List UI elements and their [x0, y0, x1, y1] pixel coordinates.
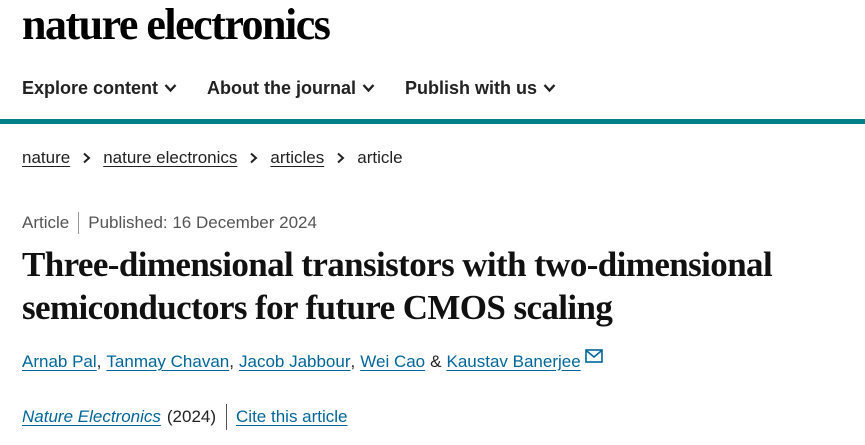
article-type: Article — [22, 213, 70, 232]
title-line-2: semiconductors for future CMOS scaling — [22, 288, 613, 327]
envelope-icon[interactable] — [584, 349, 603, 363]
breadcrumb: nature nature electronics articles artic… — [22, 146, 403, 170]
chevron-right-icon — [337, 152, 345, 164]
breadcrumb-current: article — [357, 148, 403, 167]
published-date: Published: 16 December 2024 — [88, 213, 317, 232]
chevron-right-icon — [83, 152, 91, 164]
chevron-down-icon — [164, 84, 177, 93]
article-meta: Article Published: 16 December 2024 — [22, 211, 317, 235]
author-separator: , — [96, 352, 102, 371]
breadcrumb-nature[interactable]: nature — [22, 146, 70, 170]
chevron-down-icon — [362, 84, 375, 93]
publication-year: (2024) — [166, 407, 217, 426]
article-title: Three-dimensional transistors with two-d… — [22, 243, 865, 329]
author-separator: , — [229, 352, 234, 371]
nav-about-journal[interactable]: About the journal — [207, 76, 375, 100]
author-link[interactable]: Jacob Jabbour — [239, 350, 351, 374]
citation-divider — [226, 404, 228, 430]
title-line-1: Three-dimensional transistors with two-d… — [22, 245, 773, 284]
journal-link[interactable]: Nature Electronics — [22, 405, 161, 429]
author-link[interactable]: Kaustav Banerjee — [446, 350, 580, 374]
breadcrumb-nature-electronics[interactable]: nature electronics — [103, 146, 237, 170]
nav-explore-content[interactable]: Explore content — [22, 76, 177, 100]
nav-item-label: Explore content — [22, 78, 159, 98]
nav-publish-with-us[interactable]: Publish with us — [405, 76, 556, 100]
cite-this-article-link[interactable]: Cite this article — [236, 405, 347, 429]
chevron-right-icon — [250, 152, 258, 164]
chevron-down-icon — [543, 84, 556, 93]
nav-item-label: Publish with us — [405, 78, 538, 98]
main-nav: Explore content About the journal Publis… — [22, 76, 556, 100]
author-list: Arnab Pal, Tanmay Chavan, Jacob Jabbour,… — [22, 349, 603, 374]
nav-item-label: About the journal — [207, 78, 357, 98]
header-divider — [0, 119, 865, 124]
author-link[interactable]: Arnab Pal — [22, 350, 97, 374]
meta-divider — [78, 212, 80, 234]
site-logo[interactable]: nature electronics — [22, 0, 331, 50]
citation-line: Nature Electronics (2024) Cite this arti… — [22, 404, 348, 430]
author-link[interactable]: Wei Cao — [360, 350, 425, 374]
author-separator: & — [430, 352, 442, 371]
author-link[interactable]: Tanmay Chavan — [106, 350, 229, 374]
breadcrumb-articles[interactable]: articles — [270, 146, 324, 170]
author-separator: , — [350, 352, 356, 371]
